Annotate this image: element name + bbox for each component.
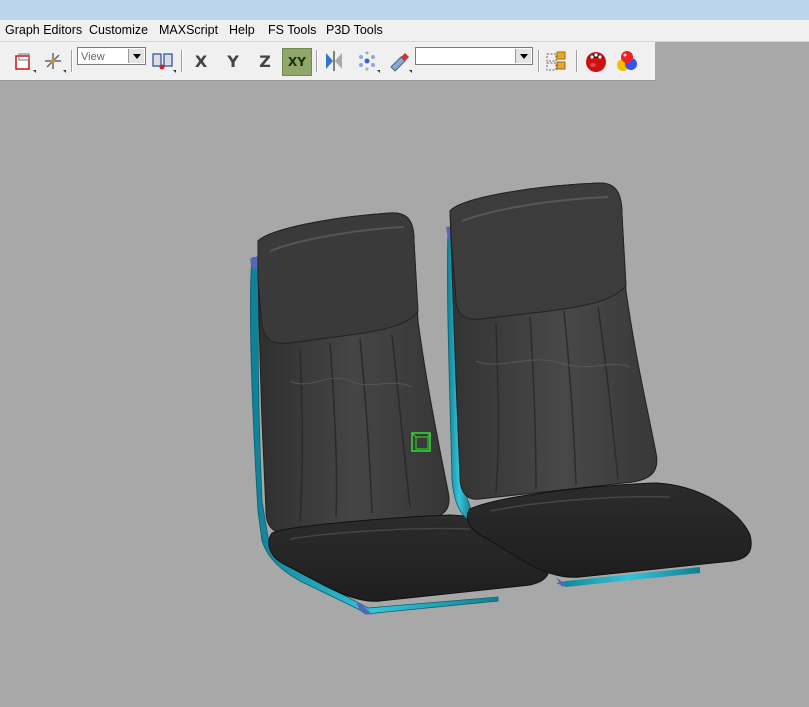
transform-gizmo-button[interactable] <box>40 46 66 76</box>
menu-p3d-tools[interactable]: P3D Tools <box>326 22 383 38</box>
chevron-down-icon <box>128 49 144 63</box>
layer-manager-icon <box>546 51 566 71</box>
pivot-icon <box>152 53 173 70</box>
named-selection-dropdown[interactable] <box>415 47 533 65</box>
seat-model-render <box>250 182 752 615</box>
axis-z-button[interactable]: Z <box>251 48 279 74</box>
axis-y-button[interactable]: Y <box>219 48 247 74</box>
material-editor-button[interactable] <box>614 46 640 76</box>
align-button[interactable] <box>354 46 380 76</box>
transform-gizmo-icon <box>45 53 61 69</box>
toolbar-empty-area <box>655 42 809 80</box>
select-region-icon <box>15 53 30 70</box>
right-seat <box>446 182 752 587</box>
named-selection-icon <box>390 53 409 72</box>
left-seat-headrest <box>257 212 419 344</box>
material-editor-icon <box>617 51 637 71</box>
layer-manager-button[interactable] <box>543 46 569 76</box>
select-region-button[interactable] <box>10 46 36 76</box>
partial-tool-icon[interactable] <box>0 46 4 76</box>
render-setup-button[interactable] <box>583 46 609 76</box>
menu-customize[interactable]: Customize <box>89 22 148 38</box>
axis-x-button[interactable]: X <box>187 48 215 74</box>
reference-coord-dropdown[interactable]: View <box>77 47 146 65</box>
menu-graph-editors[interactable]: Graph Editors <box>5 22 82 38</box>
mirror-button[interactable] <box>321 46 347 76</box>
main-toolbar: View X Y Z XY <box>0 42 656 81</box>
menu-maxscript[interactable]: MAXScript <box>159 22 218 38</box>
render-teapot-icon <box>586 52 606 72</box>
menu-bar: Graph Editors Customize MAXScript Help F… <box>0 20 809 42</box>
window-titlebar <box>0 0 809 20</box>
axis-xy-button[interactable]: XY <box>282 48 312 76</box>
align-icon <box>359 51 375 71</box>
chevron-down-icon <box>515 49 531 63</box>
edit-named-selection-button[interactable] <box>386 46 412 76</box>
mirror-icon <box>326 51 342 71</box>
reference-coord-value: View <box>81 51 105 63</box>
perspective-viewport[interactable] <box>0 81 809 702</box>
menu-help[interactable]: Help <box>229 22 255 38</box>
menu-fs-tools[interactable]: FS Tools <box>268 22 316 38</box>
pivot-button[interactable] <box>150 46 176 76</box>
